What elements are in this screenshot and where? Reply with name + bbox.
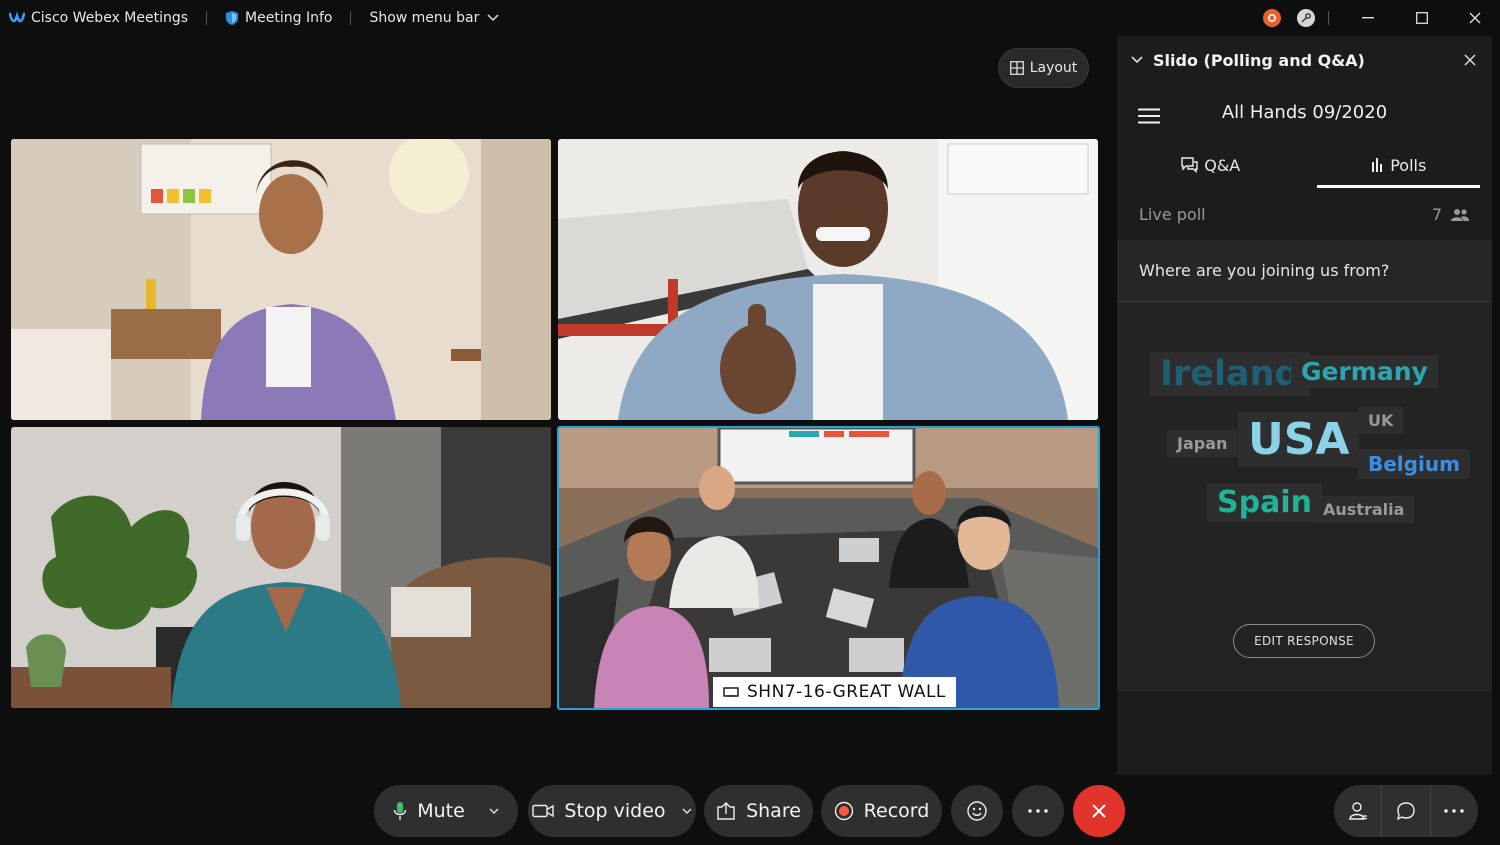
meeting-info-button[interactable]: Meeting Info — [225, 10, 332, 26]
tab-polls[interactable]: Polls — [1305, 142, 1493, 188]
tab-qa-label: Q&A — [1204, 155, 1241, 175]
word-spain: Spain — [1207, 483, 1322, 522]
share-icon — [716, 802, 736, 820]
more-options-button[interactable] — [1012, 785, 1064, 837]
close-window-button[interactable] — [1452, 0, 1498, 36]
meeting-info-label: Meeting Info — [245, 10, 333, 26]
share-label: Share — [746, 800, 801, 822]
record-button[interactable]: Record — [821, 785, 942, 837]
microphone-icon — [393, 801, 407, 821]
word-usa: USA — [1238, 412, 1360, 467]
participant-name-tag: SHN7-16-GREAT WALL — [713, 677, 956, 707]
close-icon — [1469, 12, 1481, 24]
word-australia: Australia — [1313, 496, 1415, 523]
chat-bubble-icon — [1396, 801, 1416, 821]
live-poll-label: Live poll — [1139, 205, 1206, 224]
separator — [350, 11, 352, 25]
minimize-icon — [1362, 17, 1374, 19]
webex-logo-icon — [9, 11, 25, 25]
event-title: All Hands 09/2020 — [1221, 102, 1388, 123]
minimize-button[interactable] — [1345, 0, 1391, 36]
share-button[interactable]: Share — [704, 785, 813, 837]
word-belgium: Belgium — [1358, 449, 1470, 479]
edit-response-button[interactable]: EDIT RESPONSE — [1233, 624, 1375, 658]
room-video — [559, 428, 1098, 708]
layout-button[interactable]: Layout — [998, 48, 1089, 88]
chat-button[interactable] — [1381, 785, 1429, 837]
more-dots-icon — [1444, 809, 1465, 813]
participant-video — [558, 139, 1098, 420]
grid-icon — [1009, 61, 1024, 75]
chat-bubbles-icon — [1181, 157, 1198, 173]
show-menu-label: Show menu bar — [369, 10, 480, 26]
recording-indicator-icon[interactable] — [1263, 9, 1281, 27]
video-tile-participant-1[interactable] — [11, 139, 551, 420]
slido-tabs: Q&A Polls — [1117, 142, 1492, 188]
participant-video — [11, 427, 551, 708]
more-dots-icon — [1028, 809, 1048, 813]
chevron-down-icon[interactable] — [489, 807, 499, 815]
participants-button[interactable] — [1334, 785, 1381, 837]
maximize-icon — [1416, 12, 1428, 24]
mute-label: Mute — [417, 800, 465, 822]
participant-video — [11, 139, 551, 420]
slido-panel: Slido (Polling and Q&A) All Hands 09/202… — [1117, 36, 1492, 775]
collapse-chevron-icon[interactable] — [1131, 56, 1143, 64]
separator — [1328, 11, 1329, 25]
smiley-icon — [966, 800, 988, 822]
layout-label: Layout — [1029, 60, 1078, 76]
more-panels-button[interactable] — [1429, 785, 1478, 837]
maximize-button[interactable] — [1399, 0, 1445, 36]
video-tile-participant-2[interactable] — [558, 139, 1098, 420]
title-bar: Cisco Webex Meetings Meeting Info Show m… — [0, 0, 1500, 36]
app-title-text: Cisco Webex Meetings — [31, 10, 189, 26]
word-uk: UK — [1358, 407, 1404, 434]
video-tile-active-room[interactable]: SHN7-16-GREAT WALL — [557, 426, 1100, 710]
separator — [206, 11, 208, 25]
participants-icon — [1348, 801, 1368, 821]
reactions-button[interactable] — [951, 785, 1003, 837]
panel-toggle-group — [1334, 785, 1478, 837]
video-camera-icon — [532, 804, 555, 818]
slido-header: All Hands 09/2020 Q&A Polls — [1117, 84, 1492, 188]
people-icon — [1450, 208, 1470, 222]
room-name-label: SHN7-16-GREAT WALL — [747, 682, 946, 702]
shield-icon — [225, 10, 239, 26]
panel-title: Slido (Polling and Q&A) — [1153, 50, 1365, 70]
record-label: Record — [863, 800, 930, 822]
word-ireland: Ireland — [1150, 352, 1310, 396]
room-device-icon — [723, 686, 739, 698]
word-germany: Germany — [1291, 355, 1438, 388]
key-icon[interactable] — [1297, 9, 1315, 27]
mute-button[interactable]: Mute — [374, 785, 518, 837]
stop-video-label: Stop video — [564, 800, 666, 822]
bar-chart-icon — [1370, 158, 1384, 172]
chevron-down-icon[interactable] — [682, 807, 692, 815]
close-panel-icon[interactable] — [1464, 54, 1476, 66]
poll-question: Where are you joining us from? — [1117, 240, 1492, 302]
participant-count: 7 — [1431, 205, 1442, 224]
app-title: Cisco Webex Meetings — [9, 10, 188, 26]
show-menu-bar-button[interactable]: Show menu bar — [369, 10, 499, 26]
participant-counter: 7 — [1432, 205, 1470, 224]
slido-panel-header: Slido (Polling and Q&A) — [1117, 36, 1492, 84]
live-poll-row: Live poll 7 — [1117, 188, 1492, 240]
record-icon — [834, 801, 854, 821]
end-meeting-button[interactable] — [1073, 785, 1125, 837]
close-icon — [1091, 803, 1107, 819]
tab-qa[interactable]: Q&A — [1117, 142, 1305, 188]
word-japan: Japan — [1167, 430, 1238, 457]
slido-content: All Hands 09/2020 Q&A Polls Live poll 7 … — [1117, 84, 1492, 691]
video-tile-participant-3[interactable] — [11, 427, 551, 708]
chevron-down-icon — [487, 14, 499, 22]
stop-video-button[interactable]: Stop video — [528, 785, 696, 837]
tab-polls-label: Polls — [1390, 155, 1427, 175]
